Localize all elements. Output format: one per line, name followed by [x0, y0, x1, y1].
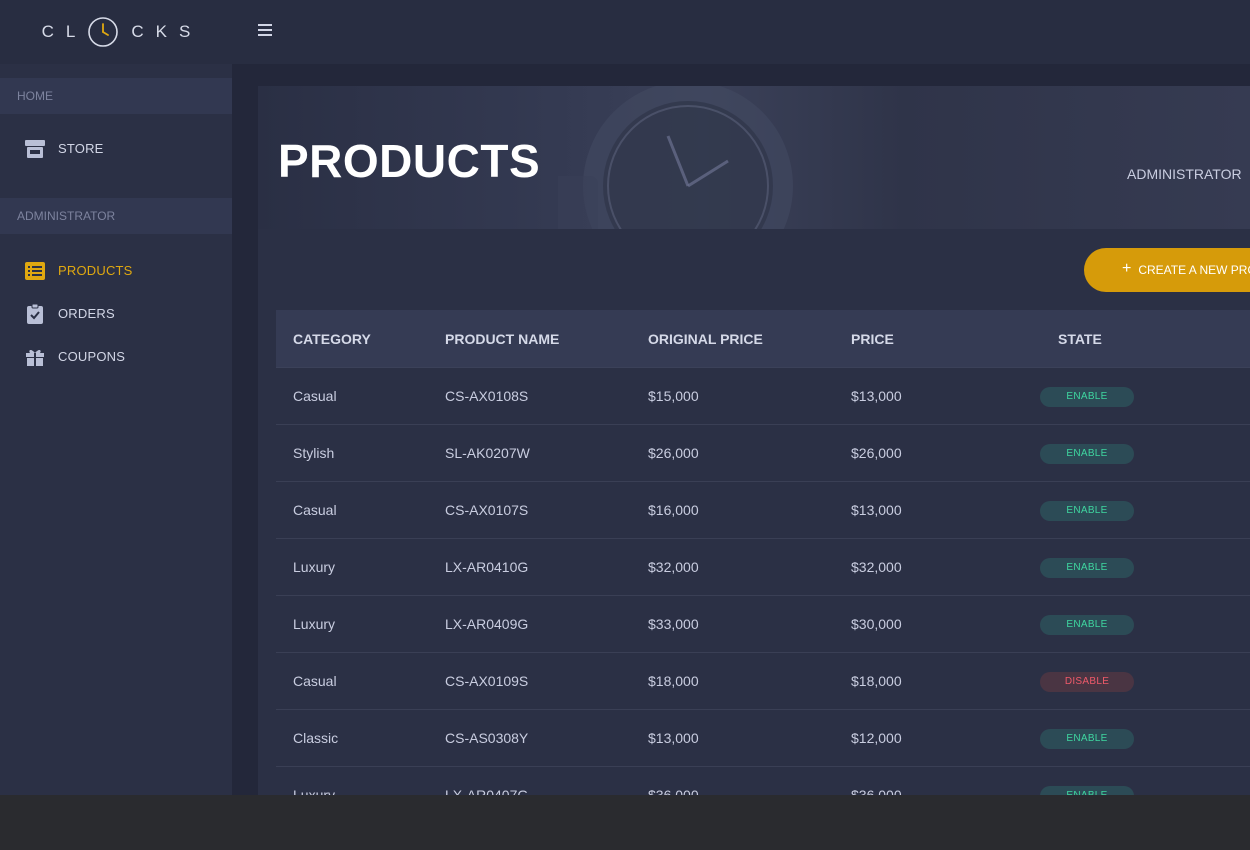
cell-state: ENABLE: [1040, 557, 1250, 578]
user-role-label[interactable]: ADMINISTRATOR: [1127, 166, 1242, 182]
sidebar-item-label: ORDERS: [58, 306, 115, 321]
divider: [232, 64, 1250, 86]
main-content: + CREATE A NEW PRO CATEGORY PRODUCT NAME…: [258, 229, 1250, 795]
watch-background-image: [558, 86, 793, 229]
cell-category: Luxury: [293, 559, 336, 575]
column-header-state[interactable]: STATE: [1040, 331, 1250, 347]
cell-state: ENABLE: [1040, 386, 1250, 407]
cell-price: $36,000: [851, 787, 902, 795]
gift-icon: [24, 346, 46, 368]
cell-original-price: $13,000: [648, 730, 699, 746]
table-row[interactable]: Luxury LX-AR0409G $33,000 $30,000 ENABLE: [276, 596, 1250, 653]
cell-product-name: CS-AX0109S: [445, 673, 529, 689]
cell-product-name: CS-AX0107S: [445, 502, 529, 518]
table-row[interactable]: Luxury LX-AR0407G $36,000 $36,000 ENABLE: [276, 767, 1250, 795]
sidebar-item-label: STORE: [58, 141, 104, 156]
sidebar-item-store[interactable]: STORE: [0, 127, 232, 170]
logo-text-left: CL: [41, 22, 88, 41]
status-badge[interactable]: DISABLE: [1040, 671, 1134, 692]
table-header: CATEGORY PRODUCT NAME ORIGINAL PRICE PRI…: [276, 310, 1250, 368]
clock-icon: [88, 17, 119, 47]
status-badge[interactable]: ENABLE: [1040, 728, 1134, 749]
cell-state: ENABLE: [1040, 500, 1250, 521]
plus-icon: +: [1122, 260, 1132, 277]
status-badge[interactable]: ENABLE: [1040, 386, 1134, 407]
section-label-home: HOME: [0, 78, 232, 114]
clipboard-check-icon: [24, 303, 46, 325]
cell-original-price: $32,000: [648, 559, 699, 575]
cell-category: Luxury: [293, 616, 336, 632]
sidebar-item-label: COUPONS: [58, 349, 126, 364]
status-badge[interactable]: ENABLE: [1040, 443, 1134, 464]
cell-state: ENABLE: [1040, 785, 1250, 795]
table-row[interactable]: Classic CS-AS0308Y $13,000 $12,000 ENABLE: [276, 710, 1250, 767]
list-icon: [24, 260, 46, 282]
cell-original-price: $18,000: [648, 673, 699, 689]
column-header-product-name[interactable]: PRODUCT NAME: [445, 331, 648, 347]
create-button-label: CREATE A NEW PRO: [1138, 263, 1250, 277]
status-badge[interactable]: ENABLE: [1040, 557, 1134, 578]
cell-price: $12,000: [851, 730, 902, 746]
column-header-category[interactable]: CATEGORY: [276, 331, 445, 347]
table-row[interactable]: Casual CS-AX0107S $16,000 $13,000 ENABLE: [276, 482, 1250, 539]
app-window: CL CKS HOME STORE ADMINISTRATOR PRODUCTS…: [0, 0, 1250, 795]
sidebar-item-label: PRODUCTS: [58, 263, 133, 278]
sidebar-item-orders[interactable]: ORDERS: [0, 292, 232, 335]
table-body: Casual CS-AX0108S $15,000 $13,000 ENABLE Styl…: [276, 368, 1250, 795]
cell-category: Casual: [293, 502, 337, 518]
cell-original-price: $33,000: [648, 616, 699, 632]
topbar: [232, 0, 1250, 64]
cell-product-name: LX-AR0407G: [445, 787, 529, 795]
cell-state: ENABLE: [1040, 614, 1250, 635]
cell-product-name: LX-AR0410G: [445, 559, 529, 575]
cell-product-name: LX-AR0409G: [445, 616, 529, 632]
page-title: PRODUCTS: [278, 135, 541, 187]
cell-price: $30,000: [851, 616, 902, 632]
cell-product-name: CS-AX0108S: [445, 388, 529, 404]
cell-category: Casual: [293, 388, 337, 404]
cell-original-price: $26,000: [648, 445, 699, 461]
cell-product-name: CS-AS0308Y: [445, 730, 529, 746]
cell-original-price: $36,000: [648, 787, 699, 795]
cell-price: $26,000: [851, 445, 902, 461]
status-badge[interactable]: ENABLE: [1040, 500, 1134, 521]
cell-price: $18,000: [851, 673, 902, 689]
cell-price: $13,000: [851, 388, 902, 404]
cell-category: Classic: [293, 730, 339, 746]
cell-category: Luxury: [293, 787, 336, 795]
column-header-original-price[interactable]: ORIGINAL PRICE: [648, 331, 851, 347]
table-row[interactable]: Stylish SL-AK0207W $26,000 $26,000 ENABLE: [276, 425, 1250, 482]
cell-category: Casual: [293, 673, 337, 689]
cell-original-price: $16,000: [648, 502, 699, 518]
cell-original-price: $15,000: [648, 388, 699, 404]
create-product-button[interactable]: + CREATE A NEW PRO: [1084, 248, 1250, 292]
section-label-administrator: ADMINISTRATOR: [0, 198, 232, 234]
store-icon: [24, 138, 46, 160]
column-header-price[interactable]: PRICE: [851, 331, 1040, 347]
cell-state: DISABLE: [1040, 671, 1250, 692]
brand-logo[interactable]: CL CKS: [0, 0, 232, 64]
table-row[interactable]: Luxury LX-AR0410G $32,000 $32,000 ENABLE: [276, 539, 1250, 596]
hamburger-menu-icon[interactable]: [258, 24, 272, 38]
cell-price: $13,000: [851, 502, 902, 518]
page-header-banner: PRODUCTS ADMINISTRATOR: [258, 86, 1250, 229]
status-badge[interactable]: ENABLE: [1040, 614, 1134, 635]
table-row[interactable]: Casual CS-AX0109S $18,000 $18,000 DISABLE: [276, 653, 1250, 710]
sidebar-item-products[interactable]: PRODUCTS: [0, 249, 232, 292]
cell-product-name: SL-AK0207W: [445, 445, 530, 461]
table-row[interactable]: Casual CS-AX0108S $15,000 $13,000 ENABLE: [276, 368, 1250, 425]
cell-state: ENABLE: [1040, 728, 1250, 749]
sidebar-item-coupons[interactable]: COUPONS: [0, 335, 232, 378]
products-table: CATEGORY PRODUCT NAME ORIGINAL PRICE PRI…: [276, 310, 1250, 795]
cell-state: ENABLE: [1040, 443, 1250, 464]
sidebar: CL CKS HOME STORE ADMINISTRATOR PRODUCTS…: [0, 0, 232, 795]
cell-price: $32,000: [851, 559, 902, 575]
status-badge[interactable]: ENABLE: [1040, 785, 1134, 795]
logo-text-right: CKS: [131, 22, 203, 41]
cell-category: Stylish: [293, 445, 335, 461]
divider: [232, 64, 258, 795]
